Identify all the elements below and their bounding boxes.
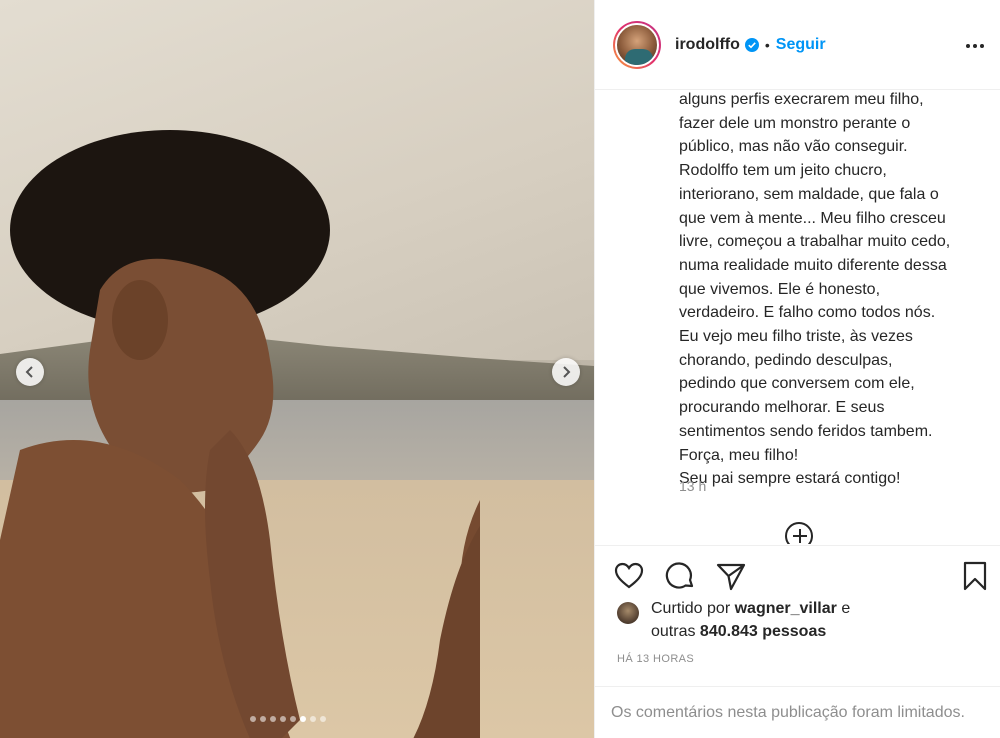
likes-suffix: e — [836, 600, 851, 617]
carousel-dot — [280, 716, 286, 722]
carousel-dot — [250, 716, 256, 722]
carousel-dot — [320, 716, 326, 722]
carousel-dot — [310, 716, 316, 722]
caption-line: Seu pai sempre estará contigo! — [679, 470, 901, 488]
caption-line: verdadeiro. E falho como todos nós. — [679, 304, 936, 322]
comments-limited-notice: Os comentários nesta publicação foram li… — [595, 686, 1000, 738]
caption-line: que vem à mente... Meu filho cresceu — [679, 209, 946, 227]
caption-line: público, mas não vão conseguir. — [679, 138, 908, 156]
liker-username-link[interactable]: wagner_villar — [735, 600, 837, 617]
like-button[interactable] — [613, 560, 645, 592]
header-separator: • — [764, 36, 770, 53]
more-dot — [966, 44, 970, 48]
follow-button[interactable]: Seguir — [776, 36, 826, 54]
carousel-indicator — [250, 716, 326, 722]
caption-line: numa realidade muito diferente dessa — [679, 256, 947, 274]
carousel-dot — [300, 716, 306, 722]
likes-prefix: Curtido por — [651, 600, 735, 617]
post-actions-bar — [595, 545, 1000, 605]
carousel-dot — [270, 716, 276, 722]
caption-line: Força, meu filho! — [679, 446, 799, 464]
caption-line: fazer dele um monstro perante o — [679, 114, 911, 132]
caption-line: sentimentos sendo feridos tambem. — [679, 422, 933, 440]
likes-count-link[interactable]: 840.843 pessoas — [700, 623, 826, 640]
post-side-panel: irodolffo • Seguir alguns perfis execrar… — [594, 0, 1000, 738]
more-dot — [980, 44, 984, 48]
caption-line: Rodolffo tem um jeito chucro, — [679, 162, 887, 180]
caption-line: que vivemos. Ele é honesto, — [679, 280, 881, 298]
liker-avatar[interactable] — [617, 602, 639, 624]
bookmark-icon — [963, 561, 987, 591]
avatar — [615, 22, 659, 67]
likes-line-1: Curtido por wagner_villar e — [651, 600, 850, 618]
caption-line: pedindo que conversem com ele, — [679, 375, 915, 393]
photo-person — [0, 130, 480, 738]
comment-icon — [665, 562, 694, 589]
avatar-story-ring[interactable] — [613, 20, 661, 69]
load-more-comments-button[interactable] — [785, 522, 815, 544]
chevron-right-icon — [563, 366, 571, 378]
paper-plane-icon — [716, 563, 746, 591]
caption-line: chorando, pedindo desculpas, — [679, 351, 893, 369]
carousel-prev-button[interactable] — [16, 358, 44, 386]
more-dot — [973, 44, 977, 48]
post-timestamp[interactable]: HÁ 13 HORAS — [617, 653, 694, 665]
post-caption: alguns perfis execrarem meu filho, fazer … — [679, 88, 979, 491]
plus-circle-icon — [785, 522, 813, 544]
comment-button[interactable] — [665, 560, 697, 592]
caption-line: procurando melhorar. E seus — [679, 399, 885, 417]
post-photo[interactable] — [0, 0, 594, 738]
likes-line-2: outras 840.843 pessoas — [651, 623, 826, 641]
caption-line: livre, começou a trabalhar muito cedo, — [679, 233, 951, 251]
carousel-dot — [290, 716, 296, 722]
save-button[interactable] — [959, 560, 991, 592]
more-options-button[interactable] — [963, 34, 987, 58]
carousel-dot — [260, 716, 266, 722]
share-button[interactable] — [715, 560, 747, 592]
post-header: irodolffo • Seguir — [595, 0, 1000, 90]
verified-badge-icon — [744, 37, 759, 52]
caption-line: interiorano, sem maldade, que fala o — [679, 185, 939, 203]
caption-time[interactable]: 13 h — [679, 478, 706, 494]
caption-line: Eu vejo meu filho triste, às vezes — [679, 328, 913, 346]
heart-icon — [614, 562, 644, 589]
carousel-next-button[interactable] — [552, 358, 580, 386]
caption-line: alguns perfis execrarem meu filho, — [679, 91, 924, 108]
username-link[interactable]: irodolffo — [675, 36, 740, 54]
chevron-left-icon — [25, 366, 33, 378]
likes-line2-prefix: outras — [651, 623, 700, 640]
